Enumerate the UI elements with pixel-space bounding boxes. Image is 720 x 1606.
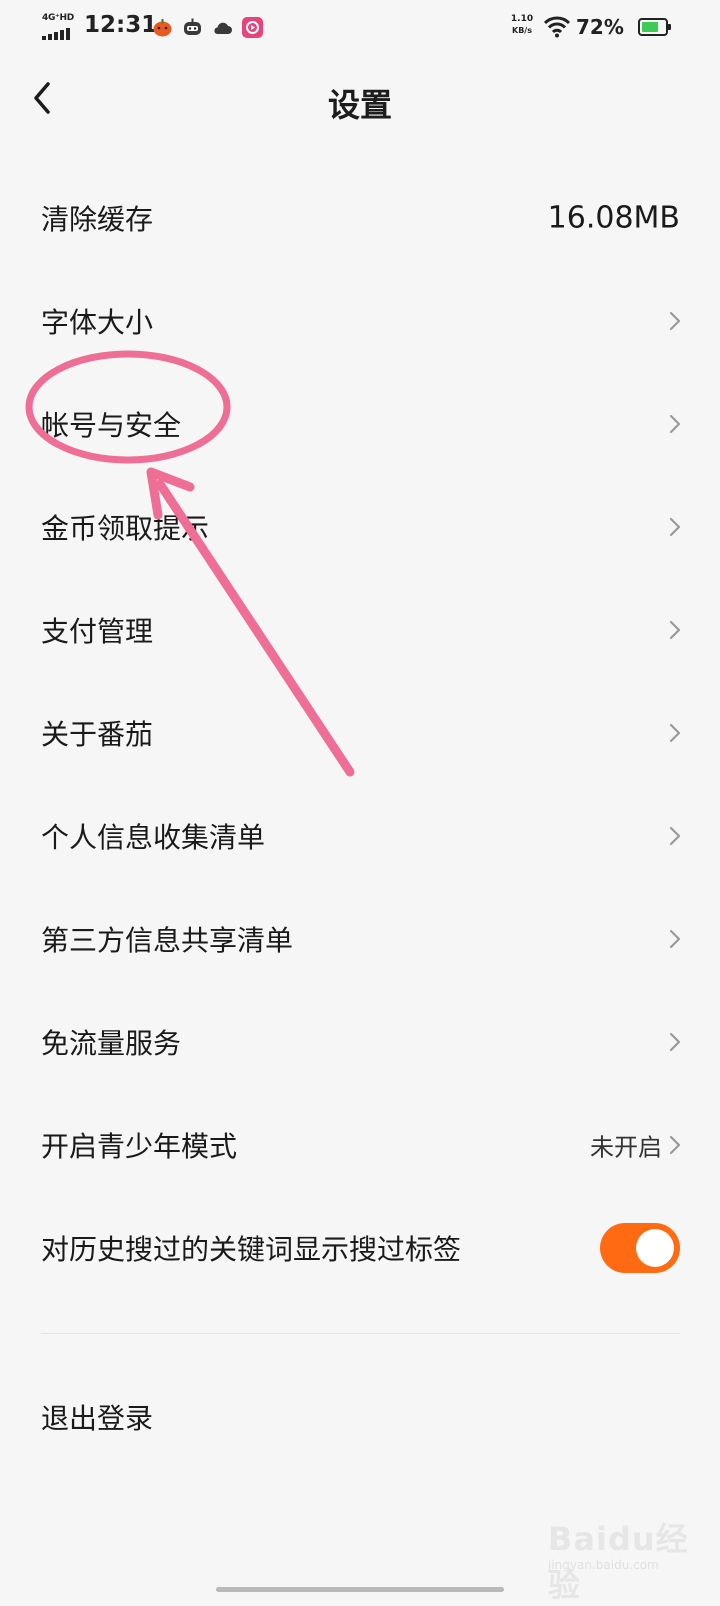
video-app-icon	[242, 17, 263, 38]
logout-row[interactable]: 退出登录	[0, 1367, 720, 1467]
search-tag-row: 对历史搜过的关键词显示搜过标签	[0, 1196, 720, 1299]
page-title: 设置	[327, 86, 392, 124]
cellular-signal-icon: 4G⁺HD	[42, 13, 76, 40]
cache-size-value: 16.08MB	[547, 200, 680, 235]
clear-cache-row[interactable]: 清除缓存 16.08MB	[0, 166, 720, 269]
data-free-service-label: 免流量服务	[41, 1026, 182, 1060]
about-label: 关于番茄	[41, 717, 154, 751]
battery-percent: 72%	[576, 15, 624, 39]
account-security-label: 帐号与安全	[41, 408, 182, 442]
chevron-right-icon	[669, 517, 681, 536]
coin-reminder-row[interactable]: 金币领取提示	[0, 475, 720, 578]
chevron-right-icon	[669, 929, 681, 948]
youth-mode-status: 未开启	[590, 1133, 662, 1161]
network-speed-value: 1.10	[510, 14, 534, 24]
personal-info-list-label: 个人信息收集清单	[41, 820, 266, 854]
wifi-icon	[543, 16, 571, 42]
payment-management-row[interactable]: 支付管理	[0, 578, 720, 681]
divider	[41, 1333, 680, 1334]
network-speed: 1.10 KB/s	[506, 14, 538, 36]
robot-app-icon	[182, 17, 203, 38]
status-time: 12:31	[84, 12, 158, 38]
payment-management-label: 支付管理	[41, 614, 154, 648]
home-indicator[interactable]	[216, 1587, 504, 1592]
toggle-knob	[636, 1228, 674, 1267]
chevron-right-icon	[669, 311, 681, 330]
clear-cache-label: 清除缓存	[41, 202, 154, 236]
battery-icon	[638, 18, 671, 36]
cloud-app-icon	[212, 17, 233, 38]
about-row[interactable]: 关于番茄	[0, 681, 720, 784]
watermark-url: jingyan.baidu.com	[548, 1558, 659, 1572]
status-bar: 4G⁺HD 12:31 1.10 KB/s 72%	[0, 0, 720, 56]
settings-list: 清除缓存 16.08MB 字体大小 帐号与安全 金币领取提示 支付管理 关于番茄…	[0, 166, 720, 1299]
network-speed-unit: KB/s	[512, 26, 532, 35]
account-security-row[interactable]: 帐号与安全	[0, 372, 720, 475]
search-tag-label: 对历史搜过的关键词显示搜过标签	[41, 1232, 462, 1266]
baidu-watermark: Baidu经验 jingyan.baidu.com	[548, 1504, 698, 1604]
chevron-right-icon	[669, 1135, 681, 1154]
data-free-service-row[interactable]: 免流量服务	[0, 990, 720, 1093]
youth-mode-row[interactable]: 开启青少年模式 未开启	[0, 1093, 720, 1196]
battery-level	[642, 22, 658, 32]
coin-reminder-label: 金币领取提示	[41, 511, 210, 545]
personal-info-list-row[interactable]: 个人信息收集清单	[0, 784, 720, 887]
chevron-right-icon	[669, 414, 681, 433]
chevron-right-icon	[669, 723, 681, 742]
third-party-sharing-row[interactable]: 第三方信息共享清单	[0, 887, 720, 990]
navigation-header: 设置	[0, 56, 720, 146]
youth-mode-label: 开启青少年模式	[41, 1129, 238, 1163]
chevron-right-icon	[669, 826, 681, 845]
pumpkin-app-icon	[152, 17, 173, 38]
network-type: 4G⁺HD	[42, 13, 74, 23]
font-size-label: 字体大小	[41, 305, 154, 339]
third-party-sharing-label: 第三方信息共享清单	[41, 923, 294, 957]
font-size-row[interactable]: 字体大小	[0, 269, 720, 372]
search-tag-toggle[interactable]	[600, 1222, 680, 1273]
chevron-right-icon	[669, 1032, 681, 1051]
logout-label: 退出登录	[41, 1402, 154, 1435]
chevron-right-icon	[669, 620, 681, 639]
